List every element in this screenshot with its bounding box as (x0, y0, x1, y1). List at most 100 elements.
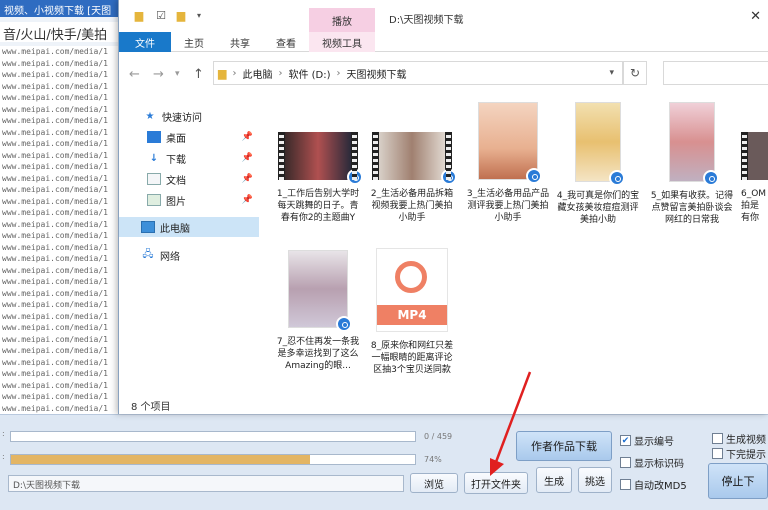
file-item-6[interactable]: 6_OM拍是有你 (741, 132, 768, 224)
url-list-item[interactable]: www.meipai.com/media/1 (0, 242, 121, 254)
sidebar-item-documents[interactable]: 文档 📌 (119, 169, 259, 189)
url-list-item[interactable]: www.meipai.com/media/1 (0, 173, 121, 185)
url-list-item[interactable]: www.meipai.com/media/1 (0, 288, 121, 300)
breadcrumb-this-pc[interactable]: 此电脑 (242, 66, 272, 81)
url-list-item[interactable]: www.meipai.com/media/1 (0, 138, 121, 150)
sidebar-item-pictures[interactable]: 图片 📌 (119, 190, 259, 210)
file-item-5[interactable]: 5_如果有收获。记得点赞留言美拍卧谈会网红的日常我 (649, 102, 735, 226)
sidebar-item-this-pc[interactable]: 此电脑 (119, 217, 259, 237)
pin-icon[interactable]: 📌 (242, 195, 253, 205)
close-icon[interactable]: ✕ (750, 9, 761, 24)
url-list-item[interactable]: www.meipai.com/media/1 (0, 357, 121, 369)
breadcrumb-folder[interactable]: 天图视频下载 (347, 66, 407, 81)
file-item-2[interactable]: 2_生活必备用品拆箱视频我要上热门美拍小助手 (369, 132, 457, 224)
progress-total-text: 0 / 459 (424, 432, 453, 441)
file-name: 6_OM拍是有你 (741, 189, 767, 223)
customize-toolbar-icon[interactable]: ▾ (193, 10, 205, 22)
sidebar-item-label: 此电脑 (160, 223, 190, 235)
file-item-4[interactable]: 4_我可真是你们的宝藏女孩美妆痘痘测评美拍小助 (555, 102, 641, 226)
new-folder-icon[interactable]: ▆ (175, 10, 187, 22)
url-list-item[interactable]: www.meipai.com/media/1 (0, 391, 121, 403)
author-works-download-button[interactable]: 作者作品下载 (516, 431, 612, 461)
back-arrow-icon[interactable]: ← (129, 67, 140, 82)
file-item-1[interactable]: 1_工作后告别大学时每天跳舞的日子。青春有你2的主题曲Y (275, 132, 363, 224)
url-list-item[interactable]: www.meipai.com/media/1 (0, 81, 121, 93)
chevron-down-icon[interactable]: ▾ (175, 69, 180, 79)
url-list-item[interactable]: www.meipai.com/media/1 (0, 334, 121, 346)
pin-icon[interactable]: 📌 (242, 132, 253, 142)
sidebar-item-downloads[interactable]: ↓ 下载 📌 (119, 148, 259, 168)
file-item-8[interactable]: MP4 8_原来你和网红只差一幅眼睛的距离评论区抽3个宝贝送同款 (369, 248, 455, 376)
video-thumbnail (372, 132, 457, 185)
show-number-checkbox[interactable]: ✔ 显示编号 (620, 433, 674, 448)
network-icon: 🖧 (142, 248, 154, 260)
progress-bar-current (10, 454, 416, 465)
gen-video-checkbox[interactable]: 生成视频 (712, 431, 766, 446)
url-list[interactable]: www.meipai.com/media/1 www.meipai.com/med… (0, 46, 122, 414)
url-list-item[interactable]: www.meipai.com/media/1 (0, 311, 121, 323)
address-bar[interactable]: ▆ › 此电脑 › 软件 (D:) › 天图视频下载 ▾ (213, 61, 623, 85)
sidebar-item-network[interactable]: 🖧 网络 (119, 245, 259, 265)
url-list-item[interactable]: www.meipai.com/media/1 (0, 345, 121, 357)
url-list-item[interactable]: www.meipai.com/media/1 (0, 230, 121, 242)
file-explorer-window: ▆ ☑ ▆ ▾ 播放 D:\天图视频下载 ✕ 文件 主页 共享 查看 视频工具 … (118, 0, 768, 414)
show-tag-label: 显示标识码 (634, 459, 684, 470)
show-tag-checkbox[interactable]: 显示标识码 (620, 455, 684, 470)
browse-button[interactable]: 浏览 (410, 473, 458, 493)
url-list-item[interactable]: www.meipai.com/media/1 (0, 253, 121, 265)
url-list-item[interactable]: www.meipai.com/media/1 (0, 380, 121, 392)
url-list-item[interactable]: www.meipai.com/media/1 (0, 403, 121, 415)
pin-icon[interactable]: 📌 (242, 153, 253, 163)
tab-share[interactable]: 共享 (217, 32, 263, 52)
stop-download-button[interactable]: 停止下 (708, 463, 768, 499)
video-thumbnail (288, 250, 352, 332)
file-item-7[interactable]: 7_忍不住再发一条我是多幸运找到了这么Amazing的眼... (275, 250, 361, 372)
url-list-item[interactable]: www.meipai.com/media/1 (0, 127, 121, 139)
auto-md5-checkbox[interactable]: 自动改MD5 (620, 477, 687, 492)
url-list-item[interactable]: www.meipai.com/media/1 (0, 69, 121, 81)
sidebar-item-label: 文档 (166, 175, 186, 187)
navigation-pane: ★ 快速访问 桌面 📌 ↓ 下载 📌 文档 📌 图片 📌 此电脑 🖧 网络 (119, 92, 259, 392)
url-list-item[interactable]: www.meipai.com/media/1 (0, 184, 121, 196)
search-input[interactable] (663, 61, 768, 85)
url-list-item[interactable]: www.meipai.com/media/1 (0, 196, 121, 208)
video-badge-icon (347, 169, 363, 185)
file-name: 8_原来你和网红只差一幅眼睛的距离评论区抽3个宝贝送同款 (370, 341, 454, 375)
url-list-item[interactable]: www.meipai.com/media/1 (0, 299, 121, 311)
url-list-item[interactable]: www.meipai.com/media/1 (0, 161, 121, 173)
up-arrow-icon[interactable]: ↑ (193, 67, 204, 82)
file-name: 4_我可真是你们的宝藏女孩美妆痘痘测评美拍小助 (556, 191, 640, 225)
generate-button[interactable]: 生成 (536, 467, 572, 493)
no-prompt-checkbox[interactable]: 下完提示 (712, 446, 766, 461)
url-list-item[interactable]: www.meipai.com/media/1 (0, 115, 121, 127)
url-list-item[interactable]: www.meipai.com/media/1 (0, 104, 121, 116)
control-panel: : 0 / 459 : 74% D:\天图视频下载 浏览 打开文件夹 作者作品下… (0, 414, 768, 510)
pin-icon[interactable]: 📌 (242, 174, 253, 184)
tab-home[interactable]: 主页 (171, 32, 217, 52)
url-list-item[interactable]: www.meipai.com/media/1 (0, 150, 121, 162)
url-list-item[interactable]: www.meipai.com/media/1 (0, 207, 121, 219)
url-list-item[interactable]: www.meipai.com/media/1 (0, 322, 121, 334)
save-path-field[interactable]: D:\天图视频下载 (8, 475, 404, 492)
breadcrumb-drive-d[interactable]: 软件 (D:) (288, 66, 330, 81)
url-list-item[interactable]: www.meipai.com/media/1 (0, 219, 121, 231)
tab-video-tools[interactable]: 视频工具 (309, 32, 375, 52)
sidebar-item-quick-access[interactable]: ★ 快速访问 (119, 106, 259, 126)
forward-arrow-icon[interactable]: → (153, 67, 164, 82)
open-folder-button[interactable]: 打开文件夹 (464, 472, 528, 494)
sidebar-item-label: 下载 (166, 154, 186, 166)
tab-view[interactable]: 查看 (263, 32, 309, 52)
select-button[interactable]: 挑选 (578, 467, 612, 493)
sidebar-item-desktop[interactable]: 桌面 📌 (119, 127, 259, 147)
url-list-item[interactable]: www.meipai.com/media/1 (0, 92, 121, 104)
url-list-item[interactable]: www.meipai.com/media/1 (0, 276, 121, 288)
url-list-item[interactable]: www.meipai.com/media/1 (0, 265, 121, 277)
url-list-item[interactable]: www.meipai.com/media/1 (0, 368, 121, 380)
refresh-icon[interactable]: ↻ (623, 61, 647, 85)
properties-icon[interactable]: ☑ (155, 10, 167, 22)
url-list-item[interactable]: www.meipai.com/media/1 (0, 46, 121, 58)
file-item-3[interactable]: 3_生活必备用品产品测评我要上热门美拍小助手 (465, 102, 551, 224)
url-list-item[interactable]: www.meipai.com/media/1 (0, 58, 121, 70)
chevron-down-icon[interactable]: ▾ (609, 68, 614, 78)
tab-file[interactable]: 文件 (119, 32, 171, 52)
